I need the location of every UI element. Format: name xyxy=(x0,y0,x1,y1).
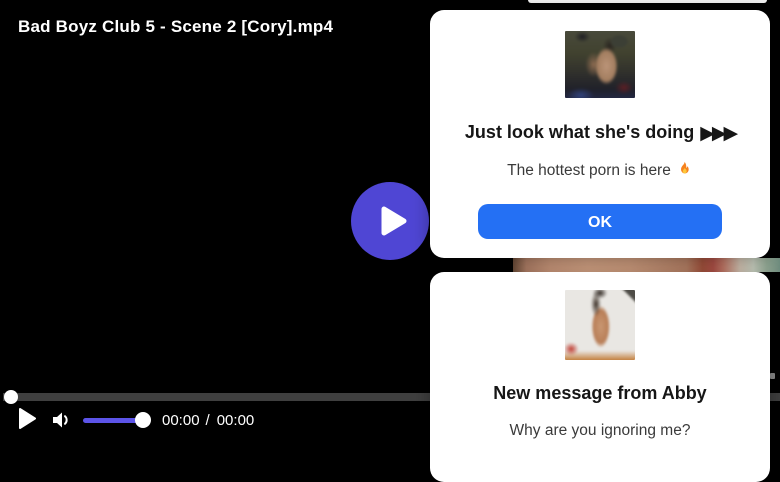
popup-title: Just look what she's doing ▶▶▶ xyxy=(430,122,770,143)
ad-thumbnail-selfie[interactable] xyxy=(565,290,635,360)
big-play-button[interactable] xyxy=(351,182,429,260)
volume-handle[interactable] xyxy=(135,412,151,428)
play-icon xyxy=(381,205,407,237)
background-ad-image xyxy=(513,258,780,272)
popup-title-text: Just look what she's doing xyxy=(465,122,694,142)
seek-handle[interactable] xyxy=(4,390,18,404)
ok-button[interactable]: OK xyxy=(478,204,722,239)
popup-message: Why are you ignoring me? xyxy=(430,421,770,441)
triple-play-arrows-icon: ▶▶▶ xyxy=(700,122,735,144)
ad-popup-1[interactable]: Just look what she's doing ▶▶▶ The hottes… xyxy=(430,10,770,258)
time-display: 00:00 / 00:00 xyxy=(162,412,254,429)
fire-icon xyxy=(676,161,693,178)
scrollbar-thumb[interactable] xyxy=(770,373,775,379)
ad-thumbnail-webcam[interactable] xyxy=(565,31,635,98)
popup-subtitle-text: The hottest porn is here xyxy=(507,162,671,179)
time-separator: / xyxy=(206,412,210,429)
ad-popup-2[interactable]: New message from Abby Why are you ignori… xyxy=(430,272,770,482)
play-icon xyxy=(19,408,36,429)
video-title: Bad Boyz Club 5 - Scene 2 [Cory].mp4 xyxy=(18,17,333,37)
speaker-icon xyxy=(49,408,73,432)
mute-button[interactable] xyxy=(49,408,73,432)
popup-title: New message from Abby xyxy=(430,383,770,403)
popup-subtitle: The hottest porn is here xyxy=(430,161,770,181)
duration: 00:00 xyxy=(217,412,255,429)
play-button[interactable] xyxy=(17,408,37,432)
current-time: 00:00 xyxy=(162,412,200,429)
previous-popup-edge xyxy=(528,0,767,3)
